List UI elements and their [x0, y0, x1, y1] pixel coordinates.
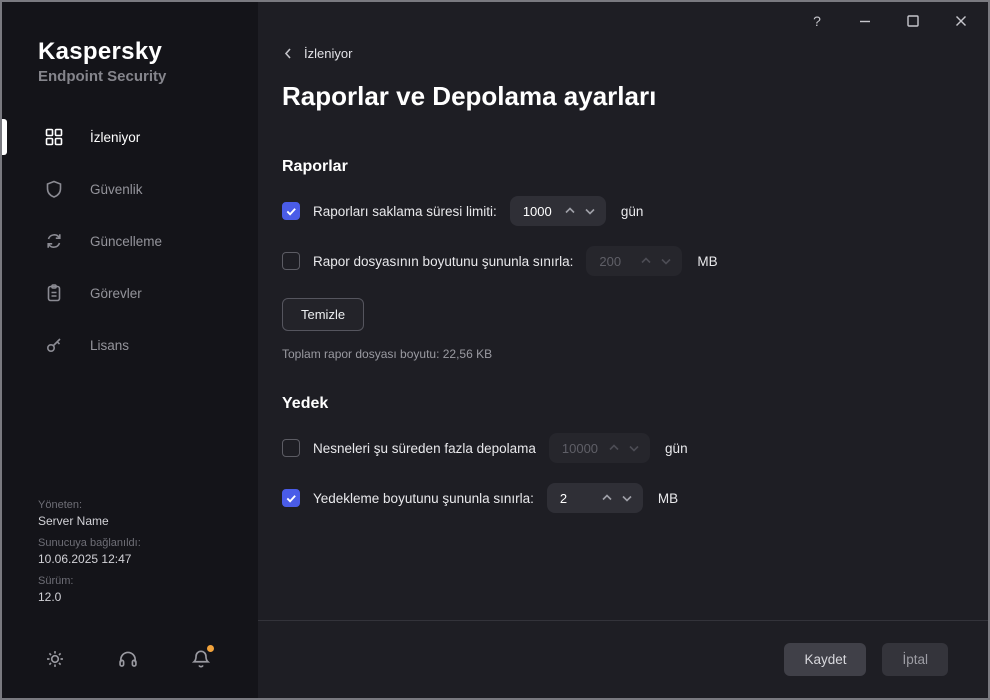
- reports-size-limit-checkbox[interactable]: [282, 252, 300, 270]
- check-icon: [286, 208, 296, 216]
- total-report-size-text: Toplam rapor dosyası boyutu: 22,56 KB: [282, 347, 493, 361]
- decrement-chevron-down-icon[interactable]: [621, 492, 633, 504]
- help-icon[interactable]: ?: [808, 12, 826, 30]
- backup-size-limit-row: Yedekleme boyutunu şununla sınırla: 2 MB: [282, 483, 948, 513]
- clear-reports-button[interactable]: Temizle: [282, 298, 365, 331]
- backup-store-limit-input[interactable]: 10000: [548, 433, 651, 463]
- connected-value: 10.06.2025 12:47: [38, 552, 132, 566]
- save-button[interactable]: Kaydet: [784, 643, 867, 676]
- managed-by-value: Server Name: [38, 514, 109, 528]
- reports-size-limit-unit: MB: [697, 253, 718, 269]
- increment-chevron-up-icon[interactable]: [608, 442, 620, 454]
- version-value: 12.0: [38, 590, 62, 604]
- sidebar-footer: [44, 645, 214, 670]
- increment-chevron-up-icon[interactable]: [564, 205, 576, 217]
- connected-label: Sunucuya bağlanıldı:: [38, 537, 141, 549]
- reports-section: Raporlar Raporları saklama süresi limiti…: [282, 158, 948, 361]
- backup-store-limit-unit: gün: [665, 440, 688, 456]
- sidebar-item-tasks[interactable]: Görevler: [2, 267, 258, 319]
- minimize-icon[interactable]: [856, 12, 874, 30]
- version-label: Sürüm:: [38, 575, 74, 587]
- decrement-chevron-down-icon[interactable]: [660, 255, 672, 267]
- app-window: ? Kaspersky Endpoint Security İzleniyor …: [0, 0, 990, 700]
- breadcrumb-back[interactable]: İzleniyor: [282, 46, 352, 61]
- titlebar-controls: ?: [808, 12, 970, 30]
- backup-size-limit-unit: MB: [657, 490, 679, 506]
- action-footer: Kaydet İptal: [258, 620, 988, 698]
- backup-store-limit-label: Nesneleri şu süreden fazla depolama: [313, 440, 536, 456]
- page-title: Raporlar ve Depolama ayarları: [282, 81, 657, 111]
- reports-keep-limit-checkbox[interactable]: [282, 202, 300, 220]
- reports-size-limit-label: Rapor dosyasının boyutunu şununla sınırl…: [313, 253, 574, 269]
- sidebar-item-monitoring[interactable]: İzleniyor: [2, 111, 258, 163]
- sidebar-item-label: Güvenlik: [90, 181, 143, 197]
- backup-store-limit-checkbox[interactable]: [282, 439, 300, 457]
- cancel-button[interactable]: İptal: [882, 643, 948, 676]
- notifications-bell-icon[interactable]: [190, 645, 214, 670]
- active-nav-indicator: [2, 119, 7, 155]
- spinner-value: 200: [599, 253, 622, 269]
- decrement-chevron-down-icon[interactable]: [628, 442, 640, 454]
- backup-size-limit-checkbox[interactable]: [282, 489, 300, 507]
- reports-size-limit-row: Rapor dosyasının boyutunu şununla sınırl…: [282, 246, 948, 276]
- check-icon: [286, 495, 296, 503]
- sidebar-nav: İzleniyor Güvenlik Güncelleme Görevler L…: [2, 111, 258, 371]
- backup-section: Yedek Nesneleri şu süreden fazla depolam…: [282, 395, 948, 513]
- backup-heading: Yedek: [282, 395, 329, 412]
- shield-icon: [44, 179, 64, 199]
- reports-keep-limit-input[interactable]: 1000: [509, 196, 606, 226]
- sidebar-item-update[interactable]: Güncelleme: [2, 215, 258, 267]
- spinner-value: 10000: [561, 440, 599, 456]
- refresh-icon: [44, 231, 64, 251]
- backup-size-limit-label: Yedekleme boyutunu şununla sınırla:: [313, 490, 534, 506]
- notification-dot: [207, 645, 214, 652]
- backup-size-limit-input[interactable]: 2: [546, 483, 643, 513]
- chevron-left-icon: [284, 48, 291, 59]
- managed-by-label: Yöneten:: [38, 499, 83, 511]
- support-headset-icon[interactable]: [117, 648, 139, 670]
- spinner-value: 2: [559, 490, 568, 506]
- monitoring-grid-icon: [44, 127, 64, 147]
- backup-store-limit-row: Nesneleri şu süreden fazla depolama 1000…: [282, 433, 948, 463]
- reports-keep-limit-row: Raporları saklama süresi limiti: 1000 gü…: [282, 196, 948, 226]
- sidebar-item-label: İzleniyor: [90, 129, 141, 145]
- settings-gear-icon[interactable]: [44, 648, 66, 670]
- reports-keep-limit-label: Raporları saklama süresi limiti:: [313, 203, 497, 219]
- sidebar-info: Yöneten: Server Name Sunucuya bağlanıldı…: [38, 499, 141, 604]
- reports-heading: Raporlar: [282, 158, 348, 175]
- brand-logo: Kaspersky Endpoint Security: [2, 2, 258, 85]
- sidebar-item-label: Lisans: [90, 337, 130, 353]
- brand-subtitle: Endpoint Security: [38, 68, 167, 85]
- reports-size-limit-input[interactable]: 200: [586, 246, 683, 276]
- reports-keep-limit-unit: gün: [620, 203, 644, 219]
- breadcrumb-label: İzleniyor: [304, 46, 353, 61]
- clipboard-icon: [44, 283, 64, 303]
- sidebar-item-license[interactable]: Lisans: [2, 319, 258, 371]
- sidebar-item-label: Güncelleme: [90, 233, 163, 249]
- maximize-icon[interactable]: [904, 12, 922, 30]
- spinner-value: 1000: [522, 203, 552, 219]
- sidebar-item-label: Görevler: [90, 285, 142, 301]
- sidebar-item-security[interactable]: Güvenlik: [2, 163, 258, 215]
- increment-chevron-up-icon[interactable]: [601, 492, 613, 504]
- main-content: İzleniyor Raporlar ve Depolama ayarları …: [258, 2, 988, 698]
- key-icon: [44, 335, 64, 355]
- decrement-chevron-down-icon[interactable]: [584, 205, 596, 217]
- close-icon[interactable]: [952, 12, 970, 30]
- increment-chevron-up-icon[interactable]: [640, 255, 652, 267]
- sidebar: Kaspersky Endpoint Security İzleniyor Gü…: [2, 2, 258, 698]
- brand-title: Kaspersky: [38, 38, 163, 65]
